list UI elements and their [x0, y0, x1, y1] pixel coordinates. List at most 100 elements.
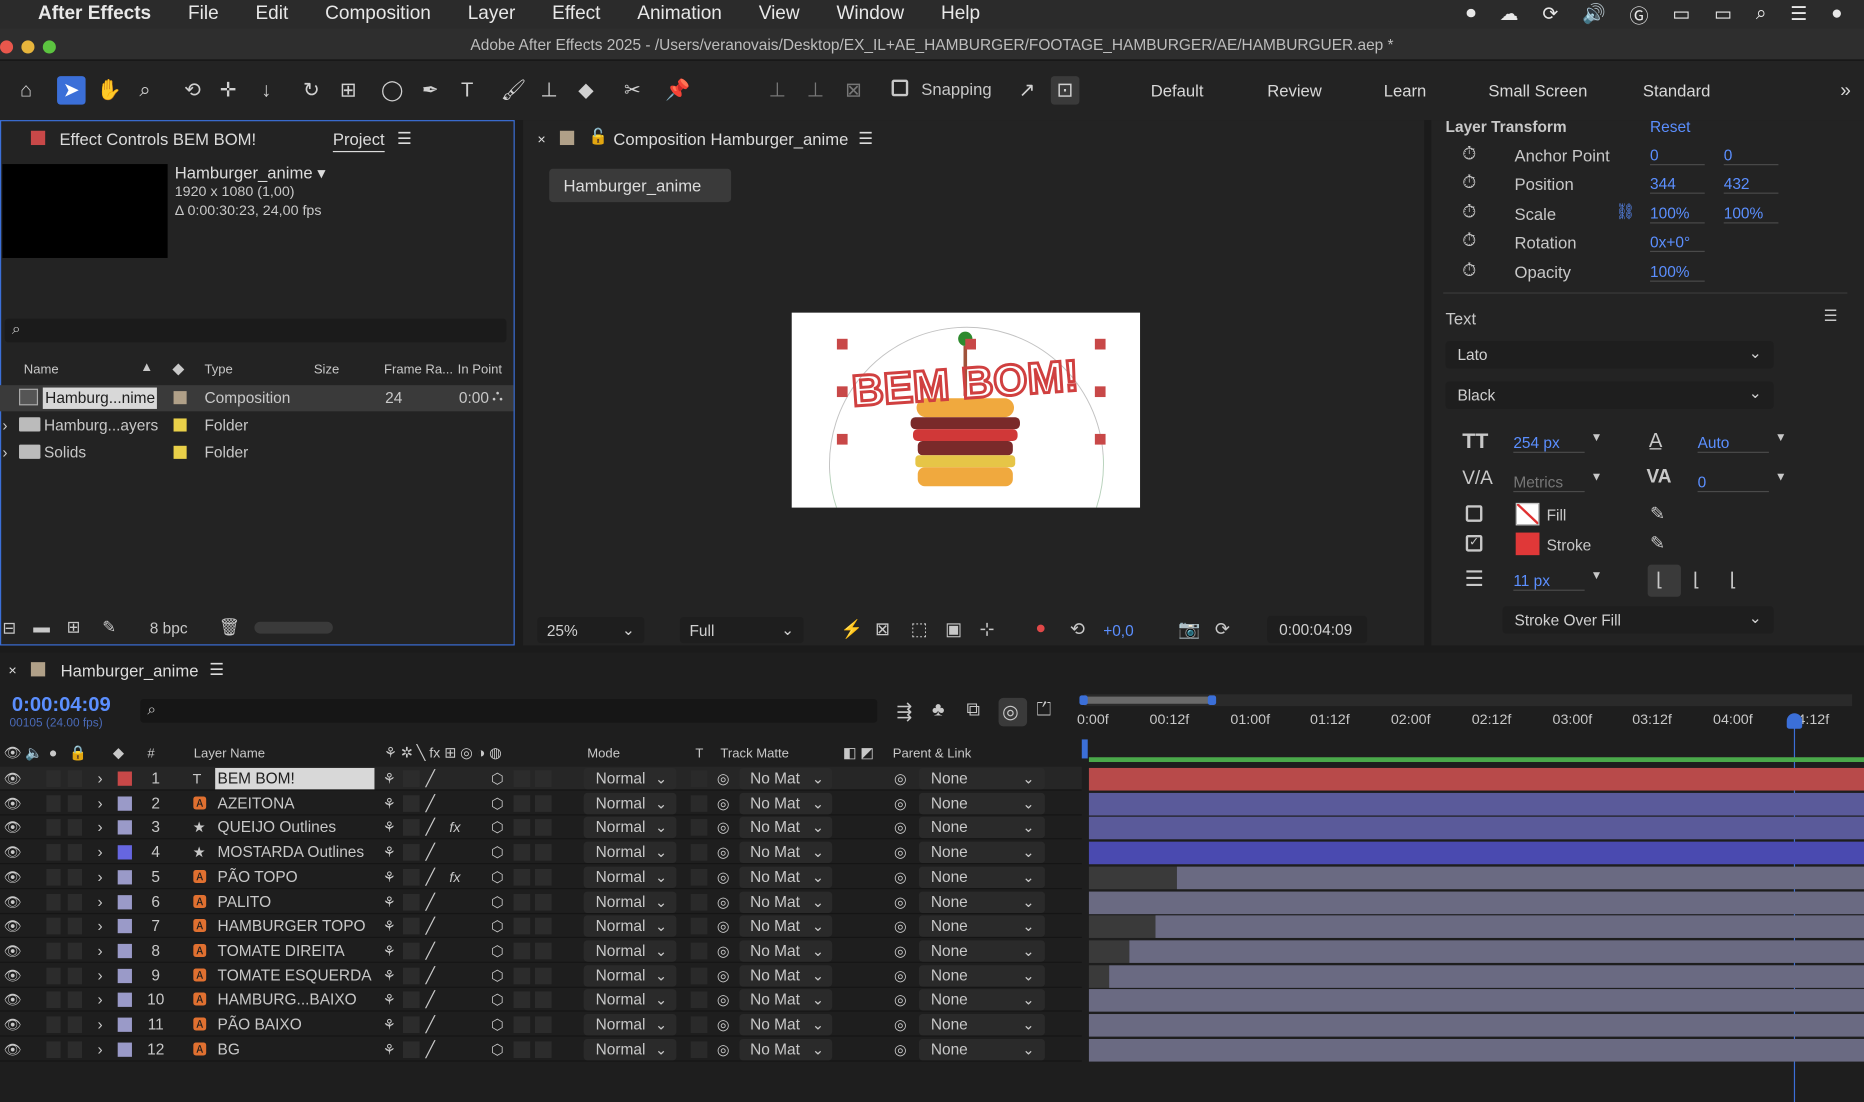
lock-toggle[interactable] — [67, 893, 83, 911]
reset-exposure-icon[interactable]: ⟲ — [1070, 618, 1085, 639]
roto-tool-icon[interactable]: ✂ — [618, 76, 647, 105]
layer-label-color[interactable] — [117, 771, 132, 786]
close-tab-icon[interactable]: × — [8, 662, 16, 679]
adjustment-toggle[interactable] — [513, 770, 531, 787]
stroke-checkbox[interactable]: ✓ — [1465, 534, 1483, 552]
col-name[interactable]: Name — [24, 363, 59, 377]
layer-duration-bar[interactable] — [1088, 841, 1864, 865]
adjustment-toggle[interactable] — [513, 794, 531, 812]
timeline-search-input[interactable]: ⌕ — [140, 699, 878, 723]
work-area-end-handle[interactable] — [1207, 695, 1217, 705]
snap-edges-icon[interactable]: ↗ — [1013, 76, 1042, 105]
motion-blur-toggle[interactable] — [534, 819, 552, 837]
snapping-checkbox[interactable] — [891, 79, 909, 97]
lock-icon[interactable]: 🔓 — [588, 127, 607, 146]
shy-icon[interactable]: ⚘ — [383, 914, 396, 938]
shy-icon[interactable]: ⚘ — [383, 964, 396, 988]
shy-icon[interactable]: ⚘ — [383, 816, 396, 840]
project-item-name[interactable]: Hamburger_anime ▾ — [175, 163, 326, 183]
motion-blur-toggle[interactable] — [534, 844, 552, 861]
3d-layer-icon[interactable]: ⬡ — [491, 1013, 503, 1037]
preserve-transparency-toggle[interactable] — [690, 917, 708, 935]
lock-toggle[interactable] — [67, 991, 83, 1009]
kerning-value[interactable]: Metrics — [1513, 473, 1585, 493]
transparency-grid-icon[interactable]: ⊠ — [875, 618, 890, 639]
anchor-tool-icon[interactable]: ⊞ — [334, 76, 363, 105]
layer-name[interactable]: PÃO BAIXO — [215, 1014, 302, 1035]
layer-name[interactable]: PALITO — [215, 891, 272, 912]
layer-name[interactable]: QUEIJO Outlines — [215, 817, 337, 838]
lock-toggle[interactable] — [67, 819, 83, 837]
project-item-2-label[interactable] — [173, 418, 187, 432]
adjustment-toggle[interactable] — [513, 991, 531, 1009]
ellipse-tool-icon[interactable]: ◯ — [378, 76, 407, 105]
stopwatch-icon[interactable]: ⏱ — [1462, 260, 1476, 280]
layer-duration-bar[interactable] — [1088, 817, 1864, 840]
layer-label-color[interactable] — [117, 796, 132, 811]
layer-name[interactable]: PÃO TOPO — [215, 866, 298, 887]
solo-toggle[interactable] — [46, 770, 61, 787]
menu-view[interactable]: View — [759, 0, 800, 29]
matte-pickwhip-icon[interactable]: ◎ — [717, 1013, 729, 1037]
preserve-transparency-toggle[interactable] — [690, 844, 708, 861]
eye-icon[interactable]: 👁 — [4, 791, 22, 815]
adjustment-toggle[interactable] — [513, 917, 531, 935]
lock-toggle[interactable] — [67, 844, 83, 861]
layer-label-color[interactable] — [117, 1017, 132, 1032]
layer-duration-bar[interactable] — [1088, 1014, 1864, 1037]
menu-help[interactable]: Help — [941, 0, 980, 29]
adjustment-toggle[interactable] — [513, 942, 531, 960]
time-navigator-start[interactable] — [1081, 739, 1088, 759]
quality-icon[interactable]: ╱ — [426, 890, 435, 914]
layer-name[interactable]: MOSTARDA Outlines — [215, 842, 365, 863]
panel-menu-icon[interactable]: ☰ — [397, 128, 412, 148]
axis-world-icon[interactable]: ⊥ — [801, 76, 830, 105]
more-workspaces-icon[interactable]: » — [1840, 81, 1851, 102]
layer-name[interactable]: TOMATE ESQUERDA — [215, 965, 372, 986]
solo-toggle[interactable] — [46, 991, 61, 1009]
col-type[interactable]: Type — [204, 363, 232, 377]
parent-pickwhip-icon[interactable]: ◎ — [894, 767, 906, 791]
anchor-x[interactable]: 0 — [1650, 146, 1705, 166]
zoom-window-icon[interactable] — [42, 40, 56, 54]
track-matte-column[interactable]: Track Matte — [720, 747, 789, 761]
snap-features-icon[interactable]: ⊡ — [1050, 76, 1080, 105]
lock-toggle[interactable] — [67, 942, 83, 960]
adjustment-toggle[interactable] — [513, 1016, 531, 1034]
expand-icon[interactable]: › — [97, 890, 102, 914]
layer-label-color[interactable] — [117, 968, 132, 983]
adjustment-toggle[interactable] — [513, 868, 531, 886]
matte-pickwhip-icon[interactable]: ◎ — [717, 767, 729, 791]
matte-pickwhip-icon[interactable]: ◎ — [717, 841, 729, 865]
preserve-transparency-toggle[interactable] — [690, 942, 708, 960]
solo-toggle[interactable] — [46, 917, 61, 935]
layer-name[interactable]: AZEITONA — [215, 793, 295, 814]
shy-layers-icon[interactable]: ⧉ — [966, 700, 980, 721]
tab-project[interactable]: Project — [333, 130, 385, 149]
eye-icon[interactable]: 👁 — [4, 841, 22, 865]
axis-local-icon[interactable]: ⊥ — [763, 76, 792, 105]
preserve-transparency-toggle[interactable] — [690, 893, 708, 911]
layer-label-color[interactable] — [117, 845, 132, 860]
work-area-range[interactable] — [1084, 696, 1213, 704]
expand-icon[interactable]: › — [97, 841, 102, 865]
workspace-standard[interactable]: Standard — [1643, 81, 1711, 100]
project-item-1-label[interactable] — [173, 391, 187, 405]
eye-icon[interactable]: 👁 — [4, 988, 22, 1012]
battery-icon[interactable]: ▭ — [1714, 2, 1732, 26]
adjustment-toggle[interactable] — [513, 844, 531, 861]
shy-icon[interactable]: ⚘ — [383, 939, 396, 963]
workspace-small-screen[interactable]: Small Screen — [1488, 81, 1587, 100]
parent-pickwhip-icon[interactable]: ◎ — [894, 816, 906, 840]
layer-label-color[interactable] — [117, 894, 132, 909]
eye-icon[interactable]: 👁 — [4, 767, 22, 791]
parent-pickwhip-icon[interactable]: ◎ — [894, 939, 906, 963]
quality-icon[interactable]: ╱ — [426, 841, 435, 865]
layer-duration-bar[interactable] — [1129, 940, 1864, 963]
layer-name[interactable]: BEM BOM! — [215, 767, 375, 790]
comp-canvas[interactable]: BEM BOM! — [791, 312, 1141, 602]
solo-toggle[interactable] — [46, 942, 61, 960]
layer-label-color[interactable] — [117, 869, 132, 885]
matte-pickwhip-icon[interactable]: ◎ — [717, 890, 729, 914]
solo-toggle[interactable] — [46, 1040, 61, 1058]
